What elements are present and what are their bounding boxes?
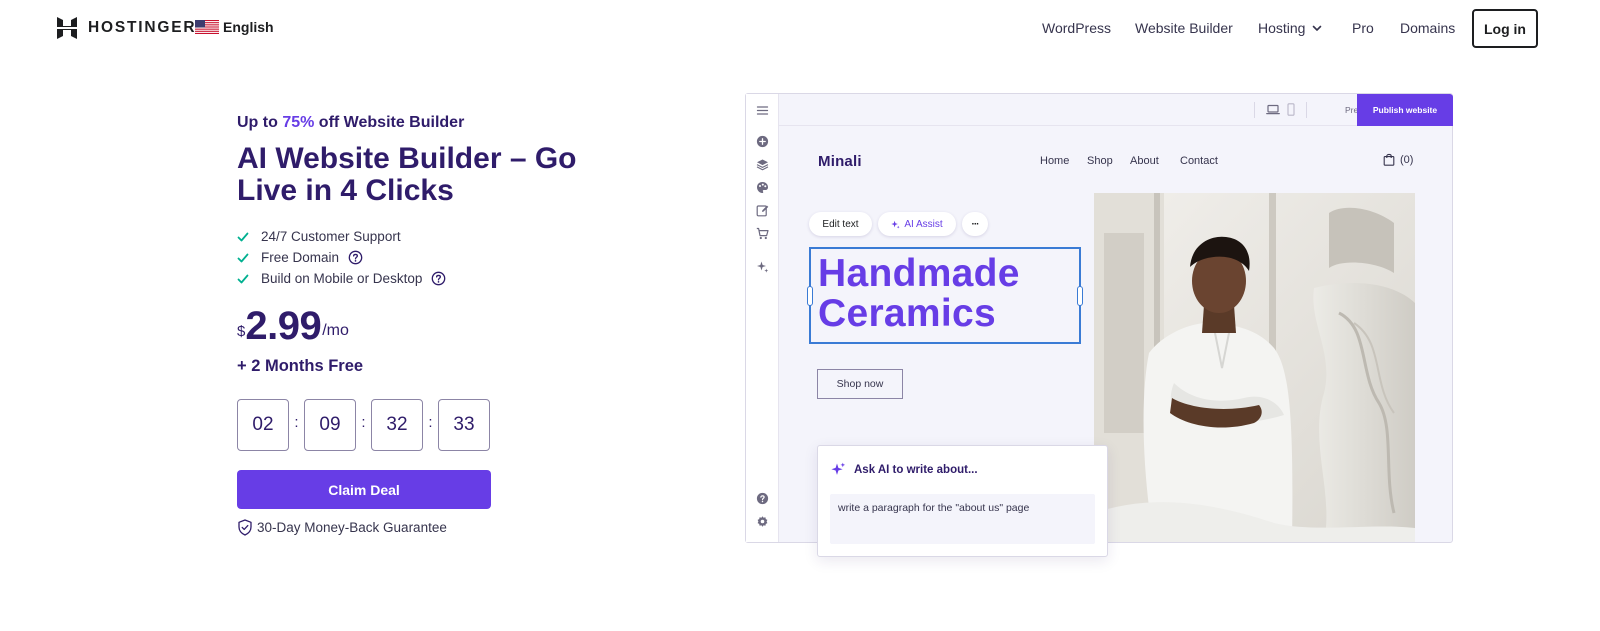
countdown-timer: 02 : 09 : 32 : 33 (237, 399, 490, 451)
more-options-button[interactable]: ··· (962, 212, 988, 236)
nav-website-builder[interactable]: Website Builder (1135, 20, 1233, 36)
cart-count: (0) (1400, 153, 1414, 166)
price-period: /mo (322, 322, 349, 339)
promo-prefix: Up to (237, 114, 283, 131)
builder-topbar: Preview (779, 94, 1452, 126)
brand-logo[interactable]: HOSTINGER (56, 17, 196, 39)
check-icon (237, 274, 249, 283)
nav-pro[interactable]: Pro (1352, 20, 1374, 36)
promo-headline: Up to 75% off Website Builder (237, 114, 464, 132)
money-back-guarantee: 30-Day Money-Back Guarantee (237, 519, 447, 536)
shield-check-icon (238, 519, 252, 536)
mobile-view-icon[interactable] (1284, 103, 1298, 116)
site-nav-shop[interactable]: Shop (1087, 155, 1113, 167)
price-amount: 2.99 (245, 304, 322, 348)
site-headline[interactable]: Handmade Ceramics (818, 254, 1078, 334)
page-title: AI Website Builder – Go Live in 4 Clicks (237, 142, 577, 207)
site-nav-home[interactable]: Home (1040, 155, 1069, 167)
settings-gear-icon[interactable] (756, 515, 769, 528)
site-cart[interactable]: (0) (1383, 153, 1413, 166)
feature-label: Build on Mobile or Desktop (261, 271, 423, 286)
ai-sparkle-icon (831, 462, 846, 475)
edit-text-label: Edit text (822, 218, 859, 230)
bonus-offer: + 2 Months Free (237, 357, 364, 375)
check-icon (237, 232, 249, 241)
desktop-view-icon[interactable] (1266, 103, 1280, 116)
ai-sparkle-icon[interactable] (756, 260, 769, 273)
ceramic-artist-photo (1094, 193, 1415, 542)
nav-label: Domains (1400, 20, 1456, 36)
nav-domains[interactable]: Domains (1400, 20, 1455, 36)
shop-now-button[interactable]: Shop now (817, 369, 903, 399)
feature-list: 24/7 Customer Support Free Domain Build … (237, 226, 446, 289)
chevron-down-icon (1313, 25, 1322, 31)
ai-prompt-panel: Ask AI to write about... write a paragra… (817, 445, 1108, 557)
site-header: HOSTINGER English WordPress Website Buil… (0, 0, 1600, 56)
edit-text-button[interactable]: Edit text (809, 212, 872, 236)
toolbar-divider (1254, 102, 1255, 118)
resize-handle-left[interactable] (807, 286, 813, 306)
website-builder-preview: Preview Publish website Minali Home Shop… (745, 93, 1453, 557)
feature-label: 24/7 Customer Support (261, 229, 401, 244)
login-button[interactable]: Log in (1472, 9, 1538, 48)
check-icon (237, 253, 249, 262)
layers-icon[interactable] (756, 158, 769, 171)
nav-hosting[interactable]: Hosting (1258, 20, 1323, 36)
site-nav-contact[interactable]: Contact (1180, 155, 1218, 167)
question-circle-icon[interactable] (348, 250, 363, 265)
nav-label: Website Builder (1135, 20, 1233, 36)
promo-discount: 75% (282, 114, 315, 131)
countdown-hours: 09 (304, 399, 356, 451)
nav-label: Pro (1352, 20, 1374, 36)
nav-wordpress[interactable]: WordPress (1042, 20, 1111, 36)
ai-assist-label: AI Assist (904, 218, 943, 230)
publish-website-button[interactable]: Publish website (1357, 94, 1453, 126)
ai-sparkle-icon (891, 220, 900, 228)
toolbar-divider (1306, 102, 1307, 118)
palette-icon[interactable] (756, 181, 769, 194)
nav-label: WordPress (1042, 20, 1111, 36)
price-currency: $ (237, 323, 246, 340)
nav-label: Hosting (1258, 20, 1306, 36)
guarantee-label: 30-Day Money-Back Guarantee (257, 520, 447, 535)
us-flag-icon (195, 20, 219, 34)
language-label: English (223, 19, 274, 35)
countdown-minutes: 32 (371, 399, 423, 451)
builder-sidebar (746, 94, 779, 542)
claim-deal-button[interactable]: Claim Deal (237, 470, 491, 509)
feature-label: Free Domain (261, 250, 340, 265)
hostinger-logo-icon (57, 17, 77, 39)
price: $ 2.99 /mo (237, 306, 349, 346)
help-icon[interactable] (756, 492, 769, 505)
countdown-separator: : (428, 413, 433, 431)
more-options-label: ··· (971, 218, 980, 230)
hero-photo (1094, 193, 1415, 542)
menu-icon[interactable] (756, 104, 769, 117)
add-section-icon[interactable] (756, 135, 769, 148)
ai-prompt-input[interactable]: write a paragraph for the "about us" pag… (830, 494, 1095, 544)
feature-item: Free Domain (237, 247, 446, 268)
countdown-separator: : (361, 413, 366, 431)
ai-prompt-header: Ask AI to write about... (831, 462, 978, 477)
site-nav-about[interactable]: About (1130, 155, 1159, 167)
countdown-separator: : (294, 413, 299, 431)
feature-item: 24/7 Customer Support (237, 226, 446, 247)
brand-name: HOSTINGER (88, 19, 197, 36)
language-selector[interactable]: English (195, 19, 274, 35)
promo-suffix: off Website Builder (314, 114, 465, 131)
ai-assist-button[interactable]: AI Assist (878, 212, 956, 236)
countdown-days: 02 (237, 399, 289, 451)
cart-icon[interactable] (756, 227, 769, 240)
shopping-bag-icon (1383, 153, 1395, 166)
countdown-seconds: 33 (438, 399, 490, 451)
feature-item: Build on Mobile or Desktop (237, 268, 446, 289)
ai-prompt-title: Ask AI to write about... (854, 463, 978, 476)
edit-page-icon[interactable] (756, 204, 769, 217)
question-circle-icon[interactable] (431, 271, 446, 286)
site-logo: Minali (818, 153, 862, 170)
